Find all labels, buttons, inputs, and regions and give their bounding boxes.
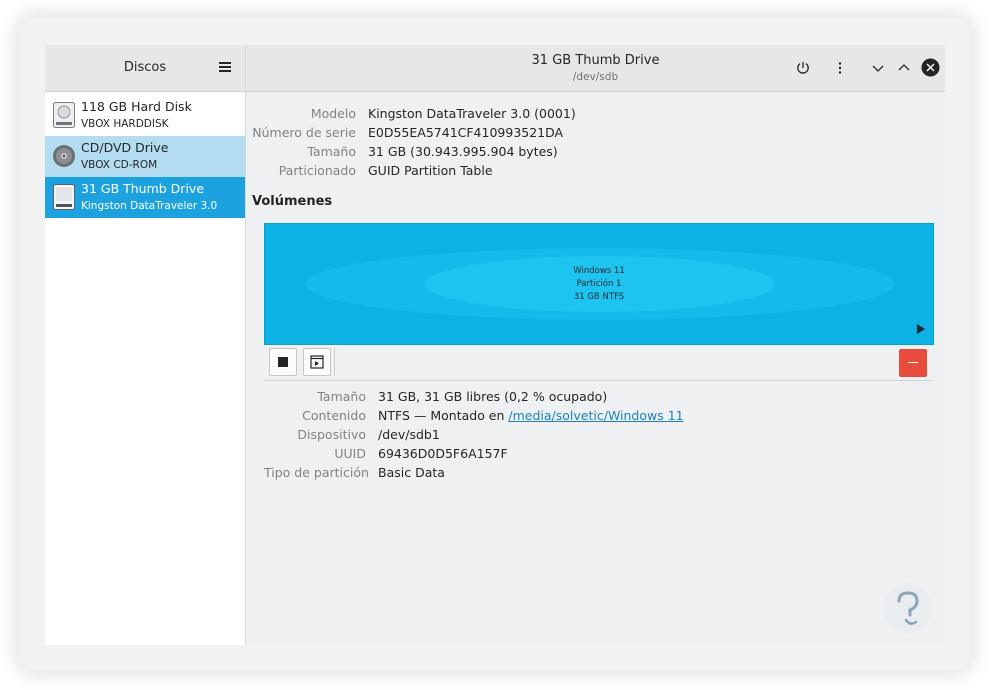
partition-options-icon (310, 355, 324, 369)
optical-disc-icon (53, 145, 75, 167)
minimize-icon[interactable] (870, 60, 886, 76)
volume-partition: Partición 1 (576, 279, 622, 289)
close-icon[interactable] (921, 58, 940, 77)
volumes-heading: Volúmenes (252, 194, 333, 209)
disks-window: Discos 118 GB Hard Disk VBOX HARDDISK CD… (45, 45, 945, 645)
delete-partition-button[interactable] (899, 349, 927, 377)
prop-value: /dev/sdb1 (378, 427, 440, 442)
volume-description: 31 GB NTFS (573, 292, 625, 302)
partition-options-button[interactable] (303, 348, 331, 376)
maximize-icon[interactable] (896, 60, 912, 76)
disk-model: VBOX CD-ROM (81, 159, 158, 171)
prop-value: GUID Partition Table (368, 163, 493, 178)
volume-name: Windows 11 (573, 266, 625, 276)
disk-name: 31 GB Thumb Drive (81, 181, 205, 196)
prop-label: Dispositivo (297, 427, 366, 442)
sidebar-title: Discos (123, 60, 167, 75)
disk-name: CD/DVD Drive (81, 140, 169, 155)
minus-icon (908, 362, 918, 363)
volume-label: Windows 11 Partición 1 31 GB NTFS (265, 265, 933, 304)
prop-label: Modelo (310, 106, 356, 121)
hamburger-menu-icon[interactable] (219, 62, 231, 72)
unmount-button[interactable] (269, 348, 297, 376)
mounted-play-icon (917, 324, 925, 334)
sidebar-header: Discos (45, 45, 245, 92)
prop-value: Kingston DataTraveler 3.0 (0001) (368, 106, 576, 121)
prop-value: Basic Data (378, 465, 445, 480)
disk-name: 118 GB Hard Disk (81, 99, 192, 114)
prop-value: 31 GB, 31 GB libres (0,2 % ocupado) (378, 389, 608, 404)
hard-disk-icon (53, 102, 75, 128)
sidebar: Discos 118 GB Hard Disk VBOX HARDDISK CD… (45, 45, 246, 645)
prop-label: Particionado (278, 163, 356, 178)
mount-point-link[interactable]: /media/solvetic/Windows 11 (508, 408, 683, 423)
prop-value: E0D55EA5741CF410993521DA (368, 125, 564, 140)
prop-label: Tamaño (307, 144, 356, 159)
prop-label: UUID (334, 446, 366, 461)
prop-value: NTFS — Montado en /media/solvetic/Window… (378, 408, 684, 423)
title-bar: 31 GB Thumb Drive /dev/sdb (246, 45, 945, 92)
power-off-icon[interactable] (795, 60, 811, 76)
more-options-icon[interactable] (832, 60, 848, 76)
prop-value: 31 GB (30.943.995.904 bytes) (368, 144, 558, 159)
watermark-logo (883, 583, 933, 633)
prop-label: Tamaño (317, 389, 366, 404)
disk-model: Kingston DataTraveler 3.0 (81, 200, 218, 212)
prop-label: Contenido (302, 408, 366, 423)
prop-label: Número de serie (252, 125, 356, 140)
volume-toolbar (264, 344, 932, 381)
prop-label: Tipo de partición (264, 465, 369, 480)
disk-item-hard-disk[interactable]: 118 GB Hard Disk VBOX HARDDISK (45, 95, 245, 136)
disk-item-thumb-drive[interactable]: 31 GB Thumb Drive Kingston DataTraveler … (45, 177, 245, 218)
disk-model: VBOX HARDDISK (81, 118, 169, 130)
partition-volume-block[interactable]: Windows 11 Partición 1 31 GB NTFS (264, 223, 934, 345)
stop-icon (278, 357, 288, 367)
disk-item-cd-dvd[interactable]: CD/DVD Drive VBOX CD-ROM (45, 136, 245, 177)
prop-value: 69436D0D5F6A157F (378, 446, 508, 461)
contents-text: NTFS — Montado en (378, 408, 509, 423)
thumb-drive-icon (53, 184, 75, 210)
toolbar-separator (334, 348, 335, 376)
